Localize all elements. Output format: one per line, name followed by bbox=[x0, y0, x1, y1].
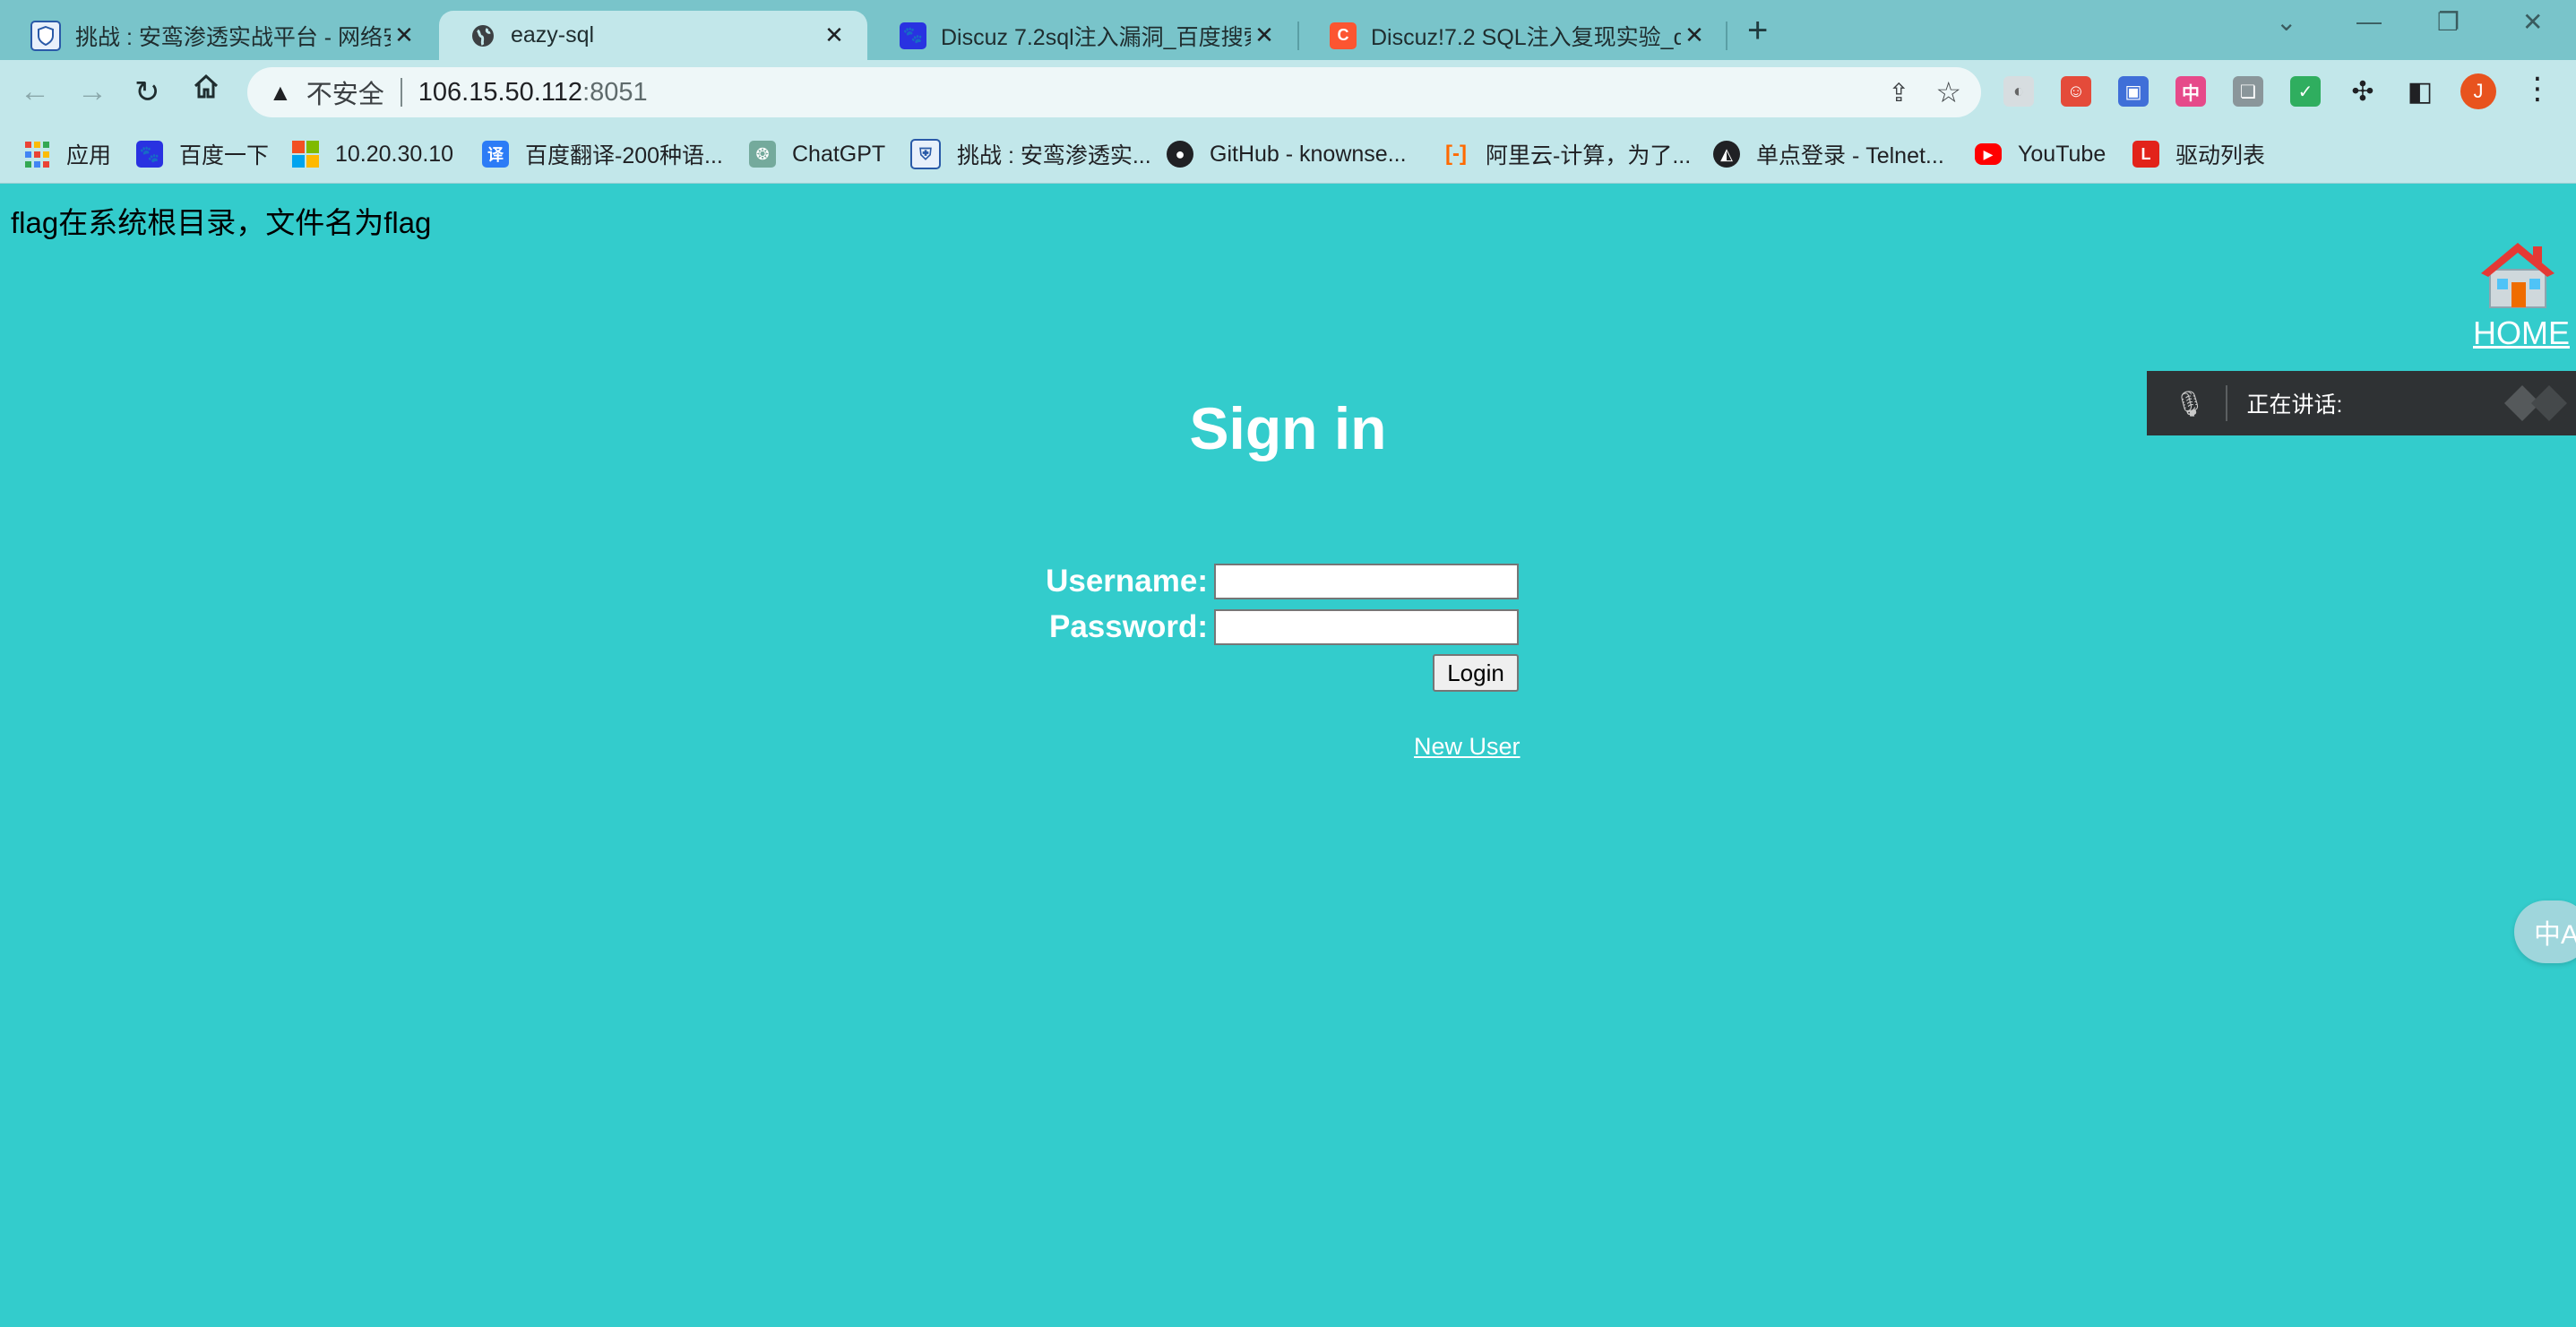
youtube-icon: ▶ bbox=[1975, 143, 2002, 165]
baidu-icon: 🐾 bbox=[136, 141, 163, 168]
aliyun-icon: [-] bbox=[1445, 142, 1467, 166]
flag-hint-text: flag在系统根目录，文件名为flag bbox=[11, 206, 432, 239]
warning-icon[interactable]: ▲ bbox=[269, 79, 292, 107]
back-icon[interactable]: ← bbox=[20, 74, 50, 109]
close-tab-icon[interactable]: ✕ bbox=[1681, 22, 1708, 49]
github-icon: ● bbox=[1167, 141, 1193, 168]
extension-save-icon[interactable]: ▣ bbox=[2118, 76, 2149, 107]
browser-toolbar: ← → ↻ ▲ 不安全 106.15.50.112 :8051 ⇪ ☆ ◐ ☺ … bbox=[0, 60, 2576, 125]
tab-search-icon[interactable]: ⌄ bbox=[2276, 7, 2296, 37]
close-tab-icon[interactable]: ✕ bbox=[391, 22, 418, 49]
profile-avatar[interactable]: J bbox=[2460, 73, 2496, 109]
tab-eazy-sql[interactable]: eazy-sql ✕ bbox=[439, 11, 867, 60]
bookmark-apps[interactable]: 应用 bbox=[23, 135, 111, 173]
csdn-favicon-icon: C bbox=[1330, 22, 1357, 49]
shield-favicon-icon bbox=[30, 20, 61, 51]
bookmark-chatgpt[interactable]: ❂ ChatGPT bbox=[749, 135, 885, 173]
close-window-icon[interactable]: ✕ bbox=[2522, 7, 2543, 37]
bookmark-drivers[interactable]: L 驱动列表 bbox=[2132, 135, 2265, 173]
bookmark-baidu[interactable]: 🐾 百度一下 bbox=[136, 135, 269, 173]
house-icon[interactable] bbox=[2477, 237, 2558, 309]
bookmark-aliyun[interactable]: [-] 阿里云-计算，为了... bbox=[1443, 135, 1691, 173]
username-input[interactable] bbox=[1214, 564, 1519, 599]
bookmark-baidu-translate[interactable]: 译 百度翻译-200种语... bbox=[482, 135, 723, 173]
windows-icon bbox=[292, 141, 319, 168]
shield-icon: ⛨ bbox=[910, 139, 941, 169]
share-icon[interactable]: ⇪ bbox=[1889, 78, 1909, 108]
url-host[interactable]: 106.15.50.112 bbox=[418, 78, 582, 108]
extension-copy-icon[interactable]: ❏ bbox=[2233, 76, 2263, 107]
extension-shield-icon[interactable]: ✓ bbox=[2290, 76, 2321, 107]
bookmark-youtube[interactable]: ▶ YouTube bbox=[1975, 135, 2106, 173]
close-tab-icon[interactable]: ✕ bbox=[1251, 22, 1278, 49]
extension-translate-icon[interactable]: 中 bbox=[2175, 76, 2206, 107]
home-icon[interactable] bbox=[192, 73, 220, 109]
extension-globe-icon[interactable]: ◐ bbox=[2003, 76, 2034, 107]
apps-grid-icon bbox=[23, 141, 50, 168]
bookmark-github[interactable]: ● GitHub - knownse... bbox=[1167, 135, 1407, 173]
username-label: Username: bbox=[1046, 564, 1208, 599]
password-input[interactable] bbox=[1214, 609, 1519, 645]
extension-avatar-icon[interactable]: ☺ bbox=[2061, 76, 2091, 107]
home-link[interactable]: HOME bbox=[2473, 315, 2570, 352]
address-bar[interactable]: ▲ 不安全 106.15.50.112 :8051 ⇪ ☆ bbox=[247, 67, 1981, 117]
new-tab-button[interactable]: + bbox=[1747, 11, 1768, 51]
translate-fab-icon: 中A bbox=[2534, 920, 2576, 950]
login-button[interactable]: Login bbox=[1433, 654, 1519, 692]
tab-anluan[interactable]: 挑战 : 安鸾渗透实战平台 - 网络安 ✕ bbox=[0, 11, 437, 60]
telnet-icon: ◭ bbox=[1713, 141, 1740, 168]
tab-csdn[interactable]: C Discuz!7.2 SQL注入复现实验_di ✕ bbox=[1299, 11, 1727, 60]
tab-separator bbox=[1726, 22, 1727, 50]
bookmark-star-icon[interactable]: ☆ bbox=[1935, 75, 1961, 109]
baidu-favicon-icon: 🐾 bbox=[900, 22, 926, 49]
minimize-icon[interactable]: — bbox=[2356, 7, 2382, 36]
side-panel-icon[interactable]: ◧ bbox=[2405, 76, 2435, 107]
translate-icon: 译 bbox=[482, 141, 509, 168]
new-user-link[interactable]: New User bbox=[1414, 733, 1521, 761]
forward-icon[interactable]: → bbox=[77, 74, 108, 109]
bookmark-10-20-30-10[interactable]: 10.20.30.10 bbox=[292, 135, 453, 173]
extensions-puzzle-icon[interactable]: ✣ bbox=[2348, 76, 2378, 107]
address-divider bbox=[400, 78, 402, 107]
globe-favicon-icon bbox=[470, 22, 496, 49]
url-port[interactable]: :8051 bbox=[582, 78, 648, 108]
bookmark-anluan[interactable]: ⛨ 挑战 : 安鸾渗透实... bbox=[910, 135, 1151, 173]
security-label[interactable]: 不安全 bbox=[306, 73, 384, 111]
lenovo-icon: L bbox=[2132, 141, 2159, 168]
tab-baidu-search[interactable]: 🐾 Discuz 7.2sql注入漏洞_百度搜索 ✕ bbox=[869, 11, 1297, 60]
close-tab-icon[interactable]: ✕ bbox=[821, 22, 848, 49]
tab-strip: 挑战 : 安鸾渗透实战平台 - 网络安 ✕ eazy-sql ✕ 🐾 Discu… bbox=[0, 0, 2576, 60]
reload-icon[interactable]: ↻ bbox=[134, 74, 160, 110]
browser-menu-icon[interactable]: ⋮ bbox=[2522, 71, 2553, 107]
bookmarks-bar: 应用 🐾 百度一下 10.20.30.10 译 百度翻译-200种语... ❂ … bbox=[0, 125, 2576, 184]
password-label: Password: bbox=[1049, 609, 1208, 644]
sign-in-title: Sign in bbox=[1189, 395, 1387, 461]
bookmark-telnet[interactable]: ◭ 单点登录 - Telnet... bbox=[1713, 135, 1944, 173]
home-link-block[interactable]: HOME bbox=[2473, 237, 2570, 352]
openai-icon: ❂ bbox=[749, 141, 776, 168]
translate-float-button[interactable]: 中A bbox=[2514, 900, 2576, 963]
restore-icon[interactable]: ❐ bbox=[2437, 7, 2460, 37]
